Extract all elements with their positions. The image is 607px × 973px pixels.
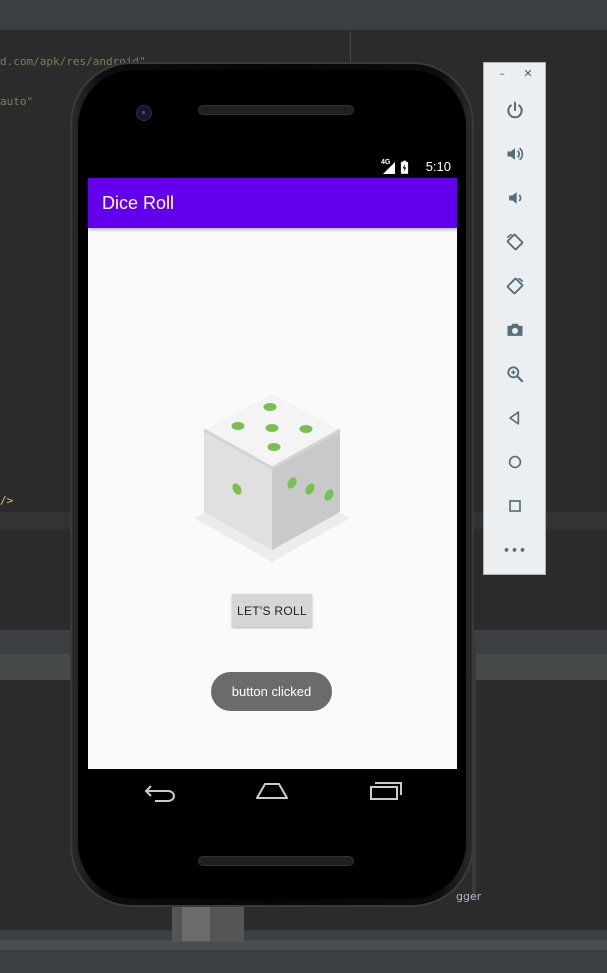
volume-up-button[interactable] <box>498 137 532 171</box>
zoom-icon <box>507 366 524 383</box>
nav-recents-icon[interactable] <box>369 781 403 801</box>
toast: button clicked <box>211 672 332 711</box>
volume-down-button[interactable] <box>498 181 532 215</box>
rotate-right-icon <box>506 277 524 295</box>
overview-button[interactable] <box>498 489 532 523</box>
dice-pip <box>265 424 279 432</box>
ide-toolbar <box>0 0 607 31</box>
close-button[interactable]: ✕ <box>520 67 536 80</box>
dice-image <box>194 394 350 562</box>
code-line-2: auto" <box>0 95 34 108</box>
emulator-toolbar: – ✕ ••• <box>483 62 546 575</box>
status-time: 5:10 <box>425 159 451 174</box>
front-camera-icon <box>136 105 152 121</box>
dice-pip <box>263 403 277 411</box>
camera-icon <box>507 323 523 336</box>
zoom-button[interactable] <box>498 357 532 391</box>
battery-charging-icon <box>400 160 409 174</box>
dice-pip <box>267 443 281 451</box>
rotate-left-button[interactable] <box>498 225 532 259</box>
nav-back-icon[interactable] <box>143 782 177 802</box>
code-line-3: /> <box>0 494 14 507</box>
rotate-right-button[interactable] <box>498 269 532 303</box>
home-circle-icon <box>508 455 522 469</box>
back-button[interactable] <box>498 401 532 435</box>
ide-bottom-strip <box>0 940 607 950</box>
lets-roll-button[interactable]: LET'S ROLL <box>232 594 312 627</box>
screenshot-button[interactable] <box>498 313 532 347</box>
back-triangle-icon <box>509 411 520 425</box>
dice-pip <box>231 422 245 430</box>
minimize-button[interactable]: – <box>494 67 510 80</box>
app-title: Dice Roll <box>102 193 175 213</box>
status-bar: 4G 5:10 <box>88 156 457 178</box>
rotate-left-icon <box>506 233 524 251</box>
app-bar: Dice Roll <box>88 178 457 228</box>
dice-pip <box>299 425 313 433</box>
top-speaker <box>198 105 354 115</box>
home-button[interactable] <box>498 445 532 479</box>
signal-icon: 4G <box>381 159 397 175</box>
app-screen: Dice Roll LET'S ROLL button clicked <box>88 178 457 769</box>
overview-square-icon <box>509 500 521 512</box>
toast-message: button clicked <box>231 684 312 699</box>
nav-home-icon[interactable] <box>255 782 289 800</box>
ide-stand-block-inner <box>182 905 210 941</box>
power-button[interactable] <box>498 93 532 127</box>
power-icon <box>507 101 523 119</box>
ide-status-bar <box>0 930 607 973</box>
volume-up-icon <box>507 147 524 161</box>
more-button[interactable]: ••• <box>498 533 532 567</box>
volume-down-icon <box>509 192 522 204</box>
more-icon: ••• <box>502 543 528 557</box>
debugger-label[interactable]: gger <box>456 890 481 903</box>
bottom-speaker <box>198 856 354 866</box>
